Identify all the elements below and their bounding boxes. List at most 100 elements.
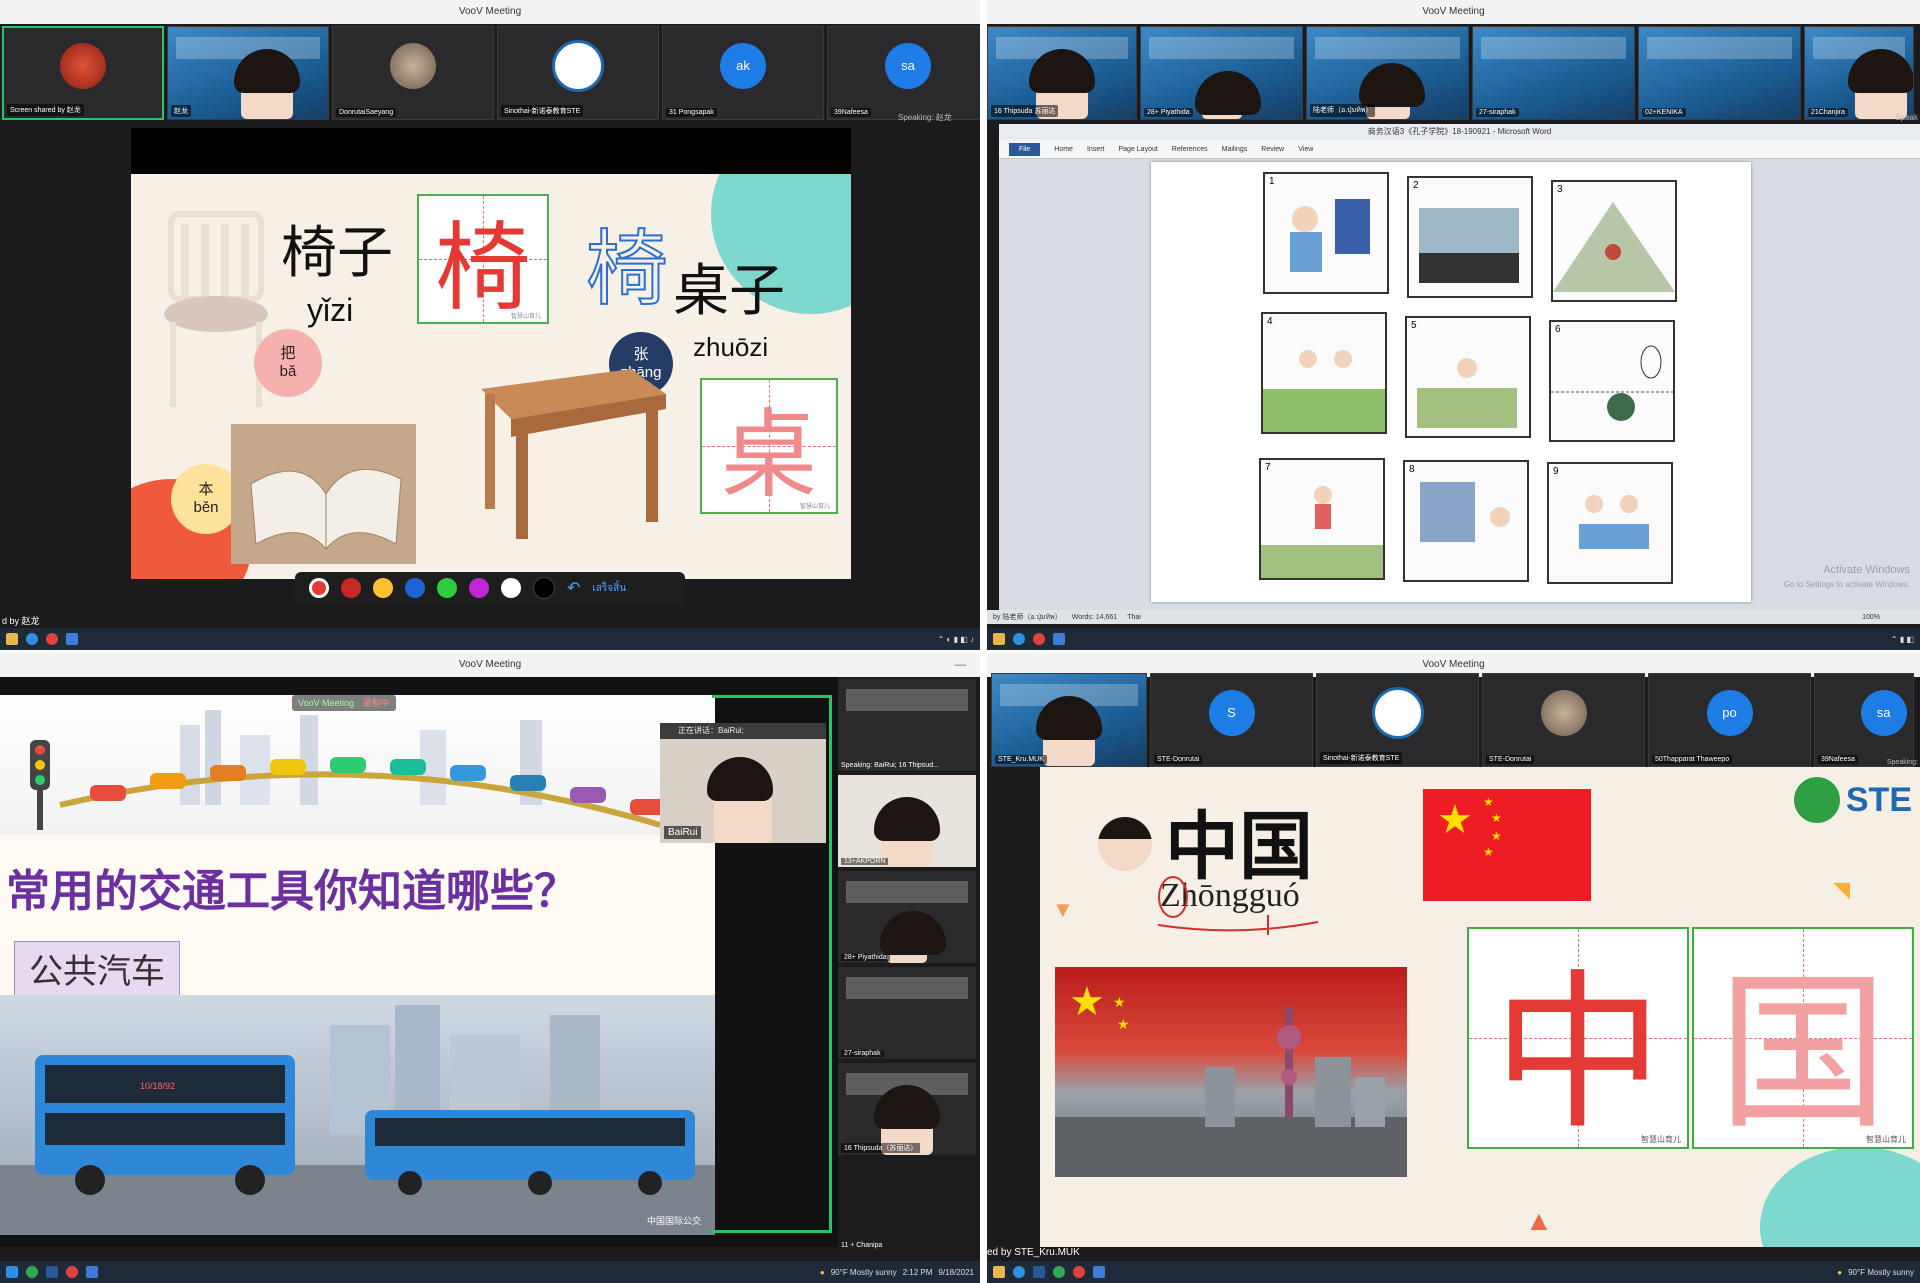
participant-tile[interactable]: Screen shared by 赵龙 xyxy=(2,26,164,120)
ribbon-tab-mailings[interactable]: Mailings xyxy=(1222,146,1248,153)
ribbon-tabs: File Home Insert Page Layout References … xyxy=(999,140,1920,159)
participant-tile[interactable]: 02+KENIKA xyxy=(1638,26,1801,120)
chrome-icon[interactable] xyxy=(66,1266,78,1278)
activate-windows-title: Activate Windows xyxy=(1823,564,1910,576)
ribbon-tab-references[interactable]: References xyxy=(1172,146,1208,153)
shared-slide: VooV Meeting 录制中 常用的交通工具你知道哪些？ 公共汽车 10/1… xyxy=(0,695,715,1235)
participant-name: 赵龙 xyxy=(171,105,191,117)
shared-slide: 椅子 yǐzi 椅 智慧山育儿 椅 桌子 zhuōzi 把 bǎ 张 zhāng… xyxy=(131,174,851,579)
star-icon: ★ xyxy=(1491,811,1502,825)
system-tray: ● 90°F Mostly sunny 2:12 PM 9/18/2021 xyxy=(820,1268,974,1277)
participant-tile[interactable]: S STE-Donrutai xyxy=(1150,673,1313,767)
edge-icon[interactable] xyxy=(1013,1266,1025,1278)
picture-illustration xyxy=(1290,199,1370,272)
participant-tile[interactable]: STE Sinothai-新诺泰教育STE xyxy=(1316,673,1479,767)
recording-status: 录制中 xyxy=(362,698,390,708)
presenter-video xyxy=(1098,817,1152,871)
vocab-pinyin: zhuōzi xyxy=(693,332,769,362)
participant-tile[interactable]: 28+ Piyathida xyxy=(838,871,976,963)
participant-tile[interactable]: 28+ Piyathida xyxy=(1140,26,1303,120)
picture-illustration xyxy=(1551,345,1673,421)
participant-tile[interactable]: STE Sinothai-新诺泰教育STE xyxy=(497,26,659,120)
participant-tile[interactable]: ak 31 Pongsapak xyxy=(662,26,824,120)
ribbon-tab-insert[interactable]: Insert xyxy=(1087,146,1105,153)
participant-tile[interactable]: 16 Thipsuda 苏丽达 xyxy=(987,26,1137,120)
window-title: VooV Meeting xyxy=(1422,659,1485,670)
bus-route-number: 10/18/92 xyxy=(140,1081,176,1091)
participant-tile[interactable]: 21Chanjira xyxy=(1804,26,1914,120)
ribbon-tab-home[interactable]: Home xyxy=(1054,146,1073,153)
file-explorer-icon[interactable] xyxy=(6,633,18,645)
participant-tile[interactable]: 赵龙 xyxy=(167,26,329,120)
ribbon-tab-file[interactable]: File xyxy=(1009,142,1041,156)
participant-tile[interactable]: sa 39Nafeesa xyxy=(827,26,980,120)
participant-tile[interactable]: 27-siraphak xyxy=(838,967,976,1059)
participant-video xyxy=(880,911,946,963)
participant-name: 31 Pongsapak xyxy=(666,108,717,117)
participant-tile[interactable]: 11 + Chanipa xyxy=(838,1159,976,1251)
edge-icon[interactable] xyxy=(1013,633,1025,645)
chair-image xyxy=(164,211,268,407)
wechat-icon[interactable] xyxy=(1053,1266,1065,1278)
premiere-icon[interactable] xyxy=(1033,1266,1045,1278)
exercise-picture: 1 xyxy=(1263,172,1389,294)
pen-color-green[interactable] xyxy=(437,578,457,598)
pen-color-blue[interactable] xyxy=(405,578,425,598)
participant-tile[interactable]: po 50Thapparat Thaweepo xyxy=(1648,673,1811,767)
participant-tile[interactable]: STE-Donrutai xyxy=(1482,673,1645,767)
bus-photo: 10/18/92 中国国际公交 xyxy=(0,995,715,1235)
participant-tile[interactable]: sa 39Nafeesa xyxy=(1814,673,1914,767)
shared-by-label: d by 赵龙 xyxy=(2,616,40,626)
pen-color-yellow[interactable] xyxy=(373,578,393,598)
participant-tile[interactable]: STE_Kru.MUK xyxy=(991,673,1147,767)
participant-tile[interactable]: Speaking: BaiRui; 16 Thipsud... xyxy=(838,679,976,771)
pen-color-red[interactable] xyxy=(309,578,329,598)
speaker-pip: 正在讲话：BaiRui; BaiRui xyxy=(660,723,826,843)
participant-tile[interactable]: 13+AKPORN xyxy=(838,775,976,867)
edge-icon[interactable] xyxy=(26,633,38,645)
system-tray: ● 90°F Mostly sunny xyxy=(1837,1268,1914,1277)
voov-icon[interactable] xyxy=(86,1266,98,1278)
exercise-picture: 5 xyxy=(1405,316,1531,438)
avatar xyxy=(1540,689,1587,736)
books-image xyxy=(231,424,416,564)
participant-tile[interactable]: 陆老师（อ.ปุ่มทิพ） xyxy=(1306,26,1469,120)
participant-name: 50Thapparat Thaweepo xyxy=(1652,755,1733,764)
participant-tile[interactable]: 16 Thipsuda（苏丽达） xyxy=(838,1063,976,1155)
banner-app-name: VooV Meeting xyxy=(298,698,355,708)
participant-tile[interactable]: 27-siraphak xyxy=(1472,26,1635,120)
participant-name: 16 Thipsuda（苏丽达） xyxy=(841,1143,921,1153)
triangle-decoration: ▼ xyxy=(1052,897,1074,922)
picture-number: 7 xyxy=(1265,462,1271,473)
picture-illustration xyxy=(1419,208,1519,283)
chrome-icon[interactable] xyxy=(46,633,58,645)
ribbon-tab-review[interactable]: Review xyxy=(1261,146,1284,153)
chrome-icon[interactable] xyxy=(1033,633,1045,645)
photoshop-icon[interactable] xyxy=(6,1266,18,1278)
file-explorer-icon[interactable] xyxy=(993,1266,1005,1278)
pen-color-purple[interactable] xyxy=(469,578,489,598)
pen-color-dark-red[interactable] xyxy=(341,578,361,598)
file-explorer-icon[interactable] xyxy=(993,633,1005,645)
meeting-window-top-left: VooV Meeting Screen shared by 赵龙 赵龙 Donr… xyxy=(0,0,980,650)
ribbon-tab-view[interactable]: View xyxy=(1298,146,1313,153)
voov-icon[interactable] xyxy=(1093,1266,1105,1278)
wechat-icon[interactable] xyxy=(26,1266,38,1278)
participant-tile[interactable]: DonrutaiSaeyang xyxy=(332,26,494,120)
pen-color-white[interactable] xyxy=(501,578,521,598)
ribbon-tab-page-layout[interactable]: Page Layout xyxy=(1118,146,1157,153)
participant-name: 39Nafeesa xyxy=(1818,755,1858,764)
taskbar: ⌃ ▮ ◧ xyxy=(987,628,1920,650)
chrome-icon[interactable] xyxy=(1073,1266,1085,1278)
voov-icon[interactable] xyxy=(1053,633,1065,645)
pen-color-black[interactable] xyxy=(533,577,555,599)
voov-icon[interactable] xyxy=(66,633,78,645)
app-icon[interactable] xyxy=(46,1266,58,1278)
star-icon: ★ xyxy=(1437,798,1473,842)
table-image xyxy=(481,369,666,539)
participant-strip: 16 Thipsuda 苏丽达 28+ Piyathida 陆老师（อ.ปุ่ม… xyxy=(987,26,1920,120)
done-button[interactable]: เสร็จสิ้น xyxy=(592,581,626,596)
clock-date: 9/18/2021 xyxy=(938,1267,974,1277)
minimize-icon[interactable]: — xyxy=(955,653,966,677)
undo-icon[interactable]: ↶ xyxy=(567,578,580,598)
